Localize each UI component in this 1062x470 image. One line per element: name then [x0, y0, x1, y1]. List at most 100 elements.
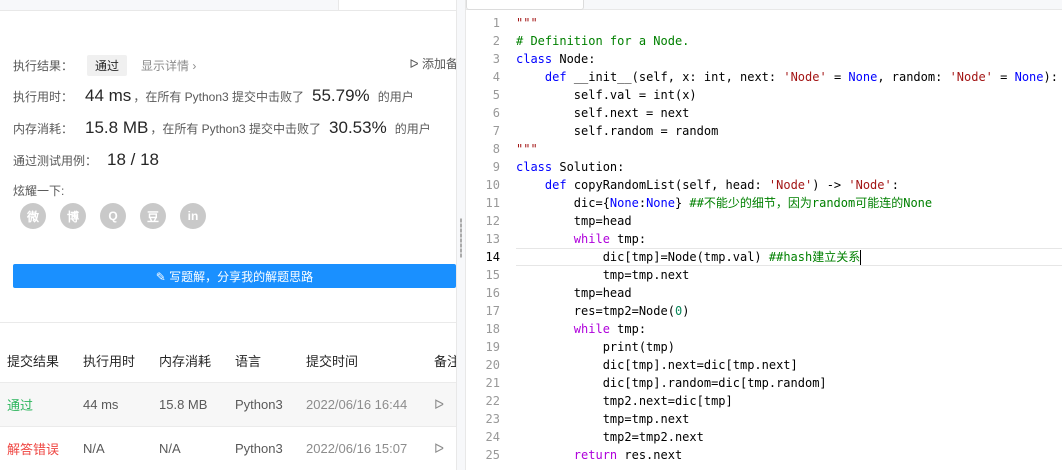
line-number: 7	[492, 124, 500, 138]
code-area[interactable]: 1 """ 2 # Definition for a Node. 3 class Node…	[466, 14, 1062, 464]
share-icons: 微 博 Q 豆 in	[20, 203, 206, 229]
code-line[interactable]: 12 tmp=head	[466, 212, 1062, 230]
code-line[interactable]: 14 dic[tmp]=Node(tmp.val) ##hash建立关系	[466, 248, 1062, 266]
table-row[interactable]: 解答错误 N/A N/A Python3 2022/06/16 15:07 ᐅ	[0, 426, 456, 470]
language-select[interactable]	[466, 0, 584, 10]
linkedin-icon[interactable]: in	[180, 203, 206, 229]
code-text[interactable]: tmp=tmp.next	[516, 410, 690, 428]
row-status[interactable]: 通过	[0, 382, 83, 427]
line-number: 13	[485, 232, 500, 246]
code-text[interactable]: return res.next	[516, 446, 682, 464]
code-line[interactable]: 9 class Solution:	[466, 158, 1062, 176]
memory-row: 内存消耗： 15.8 MB ，在所有 Python3 提交中击败了 30.53%…	[13, 118, 431, 138]
code-text[interactable]: tmp2=tmp2.next	[516, 428, 704, 446]
code-editor[interactable]: 1 """ 2 # Definition for a Node. 3 class Node…	[466, 0, 1062, 470]
code-line[interactable]: 20 dic[tmp].next=dic[tmp.next]	[466, 356, 1062, 374]
code-text[interactable]: self.next = next	[516, 104, 690, 122]
header-runtime: 执行用时	[83, 338, 159, 383]
result-panel: 执行结果： 通过 显示详情 › ᐅ 添加备 执行用时： 44 ms ，在所有 P…	[0, 0, 456, 470]
runtime-label: 执行用时：	[13, 89, 74, 104]
line-number: 19	[485, 340, 500, 354]
code-text[interactable]: def copyRandomList(self, head: 'Node') -…	[516, 176, 899, 194]
share-label: 炫耀一下:	[13, 184, 65, 198]
runtime-value: 44 ms	[85, 86, 132, 105]
douban-icon[interactable]: 豆	[140, 203, 166, 229]
table-header: 提交结果 执行用时 内存消耗 语言 提交时间 备注	[0, 338, 456, 383]
add-note-button[interactable]: ᐅ 添加备	[409, 55, 456, 72]
memory-percent: 30.53%	[329, 118, 387, 137]
code-text[interactable]: """	[516, 140, 538, 158]
code-line[interactable]: 19 print(tmp)	[466, 338, 1062, 356]
wechat-icon[interactable]: 微	[20, 203, 46, 229]
tests-value: 18 / 18	[107, 150, 160, 169]
code-line[interactable]: 4 def __init__(self, x: int, next: 'Node…	[466, 68, 1062, 86]
row-runtime: N/A	[83, 426, 159, 470]
code-text[interactable]: tmp=head	[516, 284, 632, 302]
line-number: 8	[492, 142, 500, 156]
line-number: 10	[485, 178, 500, 192]
weibo-icon[interactable]: 博	[60, 203, 86, 229]
line-number: 22	[485, 394, 500, 408]
flag-icon[interactable]: ᐅ	[434, 397, 444, 412]
code-text[interactable]: res=tmp2=Node(0)	[516, 302, 690, 320]
code-text[interactable]: class Solution:	[516, 158, 624, 176]
write-solution-button[interactable]: ✎ 写题解，分享我的解题思路	[13, 264, 456, 288]
code-text[interactable]: tmp=tmp.next	[516, 266, 690, 284]
row-status[interactable]: 解答错误	[0, 426, 83, 470]
code-text[interactable]: def __init__(self, x: int, next: 'Node' …	[516, 68, 1058, 86]
line-number: 20	[485, 358, 500, 372]
code-text[interactable]: dic[tmp].random=dic[tmp.random]	[516, 374, 827, 392]
code-line[interactable]: 2 # Definition for a Node.	[466, 32, 1062, 50]
status-badge: 通过	[87, 55, 128, 76]
code-line[interactable]: 5 self.val = int(x)	[466, 86, 1062, 104]
code-text[interactable]: self.val = int(x)	[516, 86, 697, 104]
exec-result-label: 执行结果：	[13, 59, 74, 73]
code-text[interactable]: tmp2.next=dic[tmp]	[516, 392, 733, 410]
qq-icon[interactable]: Q	[100, 203, 126, 229]
tab-submission-result[interactable]	[338, 0, 456, 10]
code-line[interactable]: 15 tmp=tmp.next	[466, 266, 1062, 284]
code-text[interactable]: """	[516, 14, 538, 32]
code-line[interactable]: 23 tmp=tmp.next	[466, 410, 1062, 428]
code-text[interactable]: tmp=head	[516, 212, 632, 230]
runtime-suffix: 的用户	[377, 89, 414, 104]
tests-row: 通过测试用例： 18 / 18	[13, 150, 165, 170]
code-line[interactable]: 24 tmp2=tmp2.next	[466, 428, 1062, 446]
code-text[interactable]: class Node:	[516, 50, 595, 68]
table-row[interactable]: 通过 44 ms 15.8 MB Python3 2022/06/16 16:4…	[0, 382, 456, 427]
code-line[interactable]: 16 tmp=head	[466, 284, 1062, 302]
flag-icon[interactable]: ᐅ	[434, 441, 444, 456]
code-line[interactable]: 17 res=tmp2=Node(0)	[466, 302, 1062, 320]
code-line[interactable]: 13 while tmp:	[466, 230, 1062, 248]
code-line[interactable]: 7 self.random = random	[466, 122, 1062, 140]
code-line[interactable]: 11 dic={None:None} ##不能少的细节，因为random可能连的…	[466, 194, 1062, 212]
line-number: 6	[492, 106, 500, 120]
tests-label: 通过测试用例：	[13, 153, 98, 168]
code-line[interactable]: 10 def copyRandomList(self, head: 'Node'…	[466, 176, 1062, 194]
code-line[interactable]: 22 tmp2.next=dic[tmp]	[466, 392, 1062, 410]
code-text[interactable]: # Definition for a Node.	[516, 32, 689, 50]
code-line[interactable]: 3 class Node:	[466, 50, 1062, 68]
code-text[interactable]: dic={None:None} ##不能少的细节，因为random可能连的Non…	[516, 194, 932, 212]
code-line[interactable]: 8 """	[466, 140, 1062, 158]
code-line[interactable]: 6 self.next = next	[466, 104, 1062, 122]
code-text[interactable]: while tmp:	[516, 320, 646, 338]
drag-dots-icon	[460, 218, 462, 258]
code-line[interactable]: 21 dic[tmp].random=dic[tmp.random]	[466, 374, 1062, 392]
code-line[interactable]: 1 """	[466, 14, 1062, 32]
show-details-link[interactable]: 显示详情 ›	[141, 57, 196, 74]
code-text[interactable]: while tmp:	[516, 230, 646, 248]
code-text[interactable]: dic[tmp]=Node(tmp.val) ##hash建立关系	[516, 248, 862, 266]
line-number: 2	[492, 34, 500, 48]
code-text[interactable]: self.random = random	[516, 122, 719, 140]
memory-text: ，在所有 Python3 提交中击败了	[150, 121, 322, 136]
row-time: 2022/06/16 16:44	[306, 382, 434, 427]
line-number: 14	[485, 250, 500, 264]
runtime-text: ，在所有 Python3 提交中击败了	[133, 89, 305, 104]
header-status: 提交结果	[0, 338, 83, 383]
code-text[interactable]: dic[tmp].next=dic[tmp.next]	[516, 356, 798, 374]
code-line[interactable]: 18 while tmp:	[466, 320, 1062, 338]
panel-resize-handle[interactable]	[456, 0, 466, 470]
code-line[interactable]: 25 return res.next	[466, 446, 1062, 464]
code-text[interactable]: print(tmp)	[516, 338, 675, 356]
